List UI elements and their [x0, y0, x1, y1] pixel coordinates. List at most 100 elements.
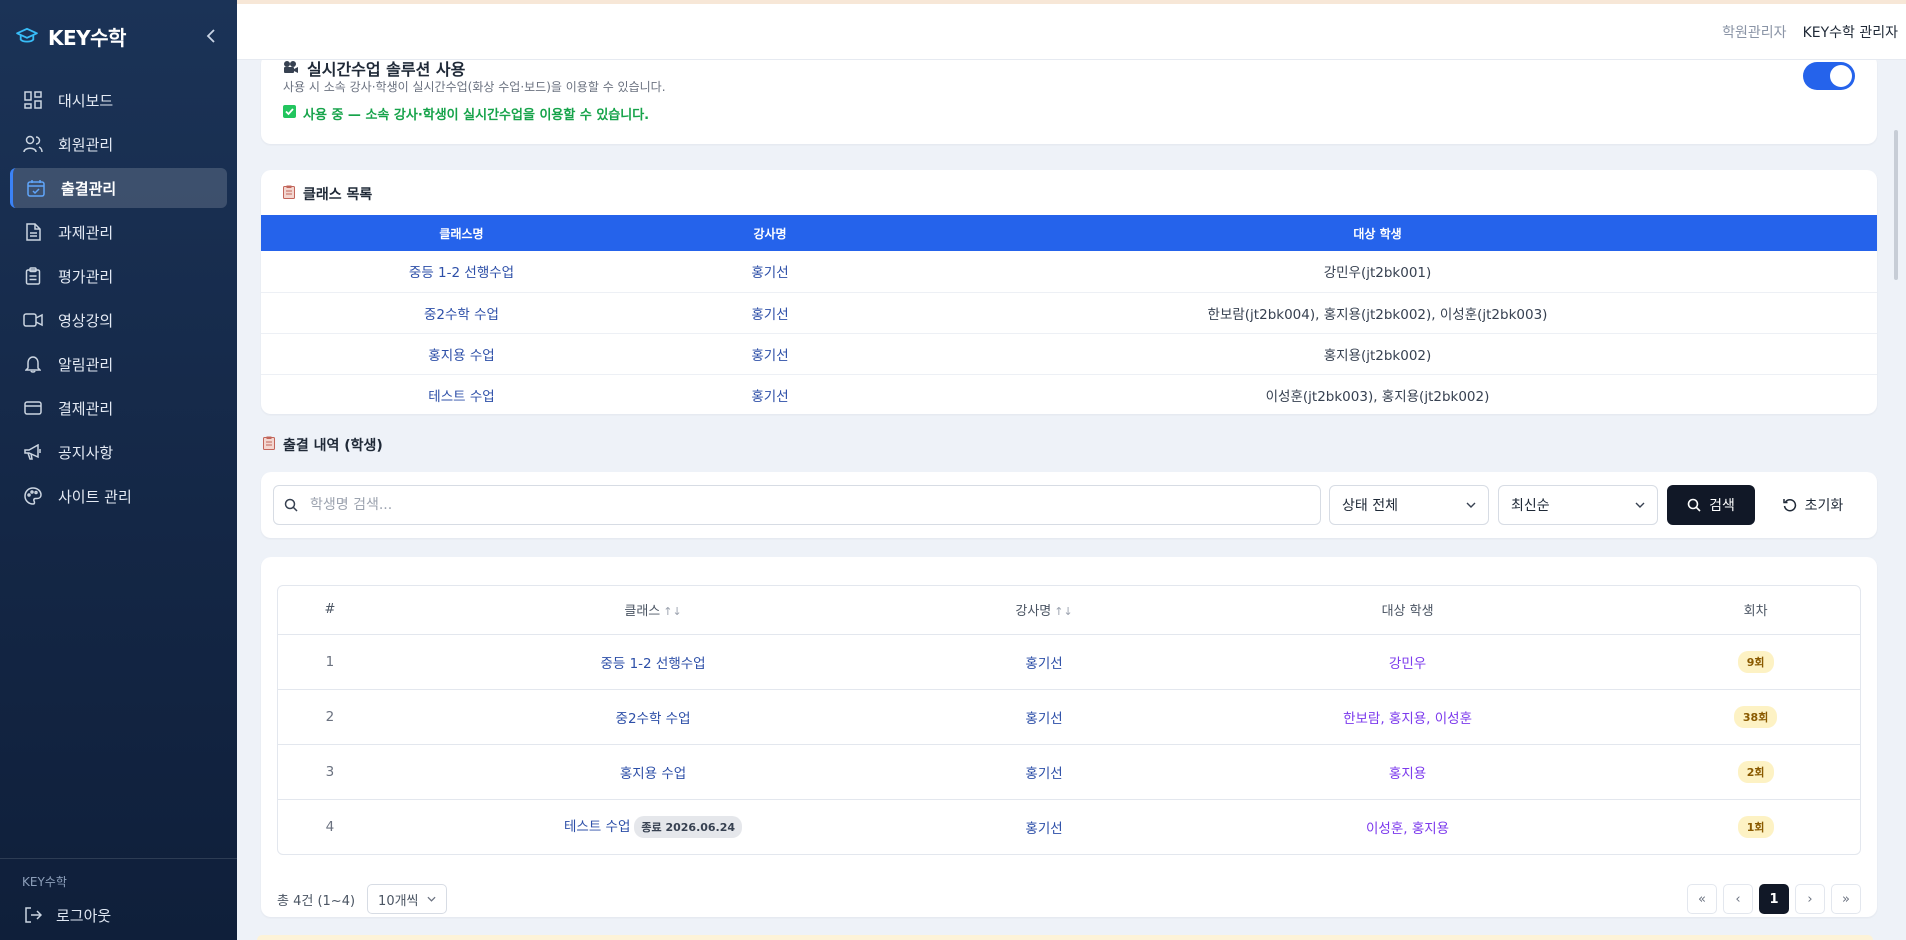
sidebar-nav: 대시보드 회원관리 출결관리 과제관리 평가관리 영상강의 알림관리 결제관리	[0, 80, 237, 516]
class-name: 중2수학 수업	[615, 710, 691, 727]
main-content: 실시간수업 솔루션 사용 사용 시 소속 강사·학생이 실시간수업(화상 수업·…	[237, 60, 1906, 940]
table-row[interactable]: 3 홍지용 수업 홍기선 홍지용 2회	[278, 744, 1860, 800]
student-search-input[interactable]	[310, 497, 1295, 513]
class-name-cell[interactable]: 중등 1-2 선행수업	[261, 251, 662, 293]
user-menu[interactable]: KEY수학 관리자	[1803, 22, 1898, 42]
class-link[interactable]: 중등 1-2 선행수업	[381, 634, 925, 690]
class-list-title-text: 클래스 목록	[303, 187, 373, 203]
sidebar-item-notices[interactable]: 공지사항	[10, 432, 227, 472]
page-button-current[interactable]: 1	[1759, 884, 1789, 914]
class-link[interactable]: 테스트 수업 종료 2026.06.24	[382, 799, 924, 854]
realtime-description: 사용 시 소속 강사·학생이 실시간수업(화상 수업·보드)을 이용할 수 있습…	[283, 80, 666, 94]
status-filter-select[interactable]: 상태 전체	[1329, 485, 1489, 525]
row-number: 1	[278, 634, 382, 690]
page-size-select[interactable]: 10개씩	[367, 884, 447, 914]
session-badge: 38회	[1733, 705, 1778, 728]
sidebar-footer: KEY수학 로그아웃	[0, 858, 237, 940]
sidebar-item-label: 사이트 관리	[58, 487, 132, 506]
sidebar-item-assignments[interactable]: 과제관리	[10, 212, 227, 252]
next-page-button[interactable]: ›	[1795, 884, 1825, 914]
col-session: 회차	[1651, 586, 1860, 635]
bell-icon	[22, 353, 44, 375]
attendance-table: # 클래스 ↑↓ 강사명 ↑↓ 대상 학생 회차 1 중등 1-2 선행수업 홍기선…	[278, 586, 1860, 854]
collapse-sidebar-button[interactable]	[199, 24, 223, 48]
last-page-button[interactable]: »	[1831, 884, 1861, 914]
table-row[interactable]: 테스트 수업 홍기선 이성훈(jt2bk003), 홍지용(jt2bk002)	[261, 374, 1877, 414]
attendance-title: 출결 내역 (학생)	[263, 435, 383, 455]
first-page-button[interactable]: «	[1687, 884, 1717, 914]
realtime-toggle[interactable]	[1803, 62, 1855, 90]
col-teacher-sortable[interactable]: 강사명 ↑↓	[924, 586, 1164, 635]
session-badge: 9회	[1737, 650, 1774, 673]
chevron-down-icon	[1466, 502, 1476, 508]
table-row[interactable]: 1 중등 1-2 선행수업 홍기선 강민우 9회	[278, 634, 1860, 690]
brand: KEY수학	[0, 0, 237, 72]
clipboard-icon	[283, 185, 295, 203]
realtime-status: 사용 중 — 소속 강사·학생이 실시간수업을 이용할 수 있습니다.	[283, 104, 649, 123]
class-link[interactable]: 중2수학 수업	[381, 689, 925, 745]
table-row[interactable]: 2 중2수학 수업 홍기선 한보람, 홍지용, 이성훈 38회	[278, 689, 1860, 745]
sidebar-item-label: 알림관리	[58, 355, 114, 374]
sidebar-item-label: 대시보드	[58, 91, 114, 110]
sidebar-item-dashboard[interactable]: 대시보드	[10, 80, 227, 120]
users-icon	[22, 133, 44, 155]
search-icon	[1687, 498, 1701, 512]
col-class-sortable[interactable]: 클래스 ↑↓	[381, 586, 925, 635]
table-row[interactable]: 홍지용 수업 홍기선 홍지용(jt2bk002)	[261, 333, 1877, 375]
table-row[interactable]: 중2수학 수업 홍기선 한보람(jt2bk004), 홍지용(jt2bk002)…	[261, 292, 1877, 334]
status-filter-value: 상태 전체	[1342, 498, 1398, 514]
sort-select[interactable]: 최신순	[1498, 485, 1658, 525]
class-name-cell[interactable]: 홍지용 수업	[261, 333, 662, 375]
student-search-box[interactable]	[273, 485, 1321, 525]
chevron-down-icon	[426, 896, 436, 902]
sidebar-item-evaluation[interactable]: 평가관리	[10, 256, 227, 296]
sidebar-item-attendance[interactable]: 출결관리	[10, 168, 227, 208]
search-icon	[284, 498, 304, 512]
graduation-cap-icon	[14, 23, 40, 49]
table-row[interactable]: 4 테스트 수업 종료 2026.06.24 홍기선 이성훈, 홍지용 1회	[278, 799, 1860, 854]
brand-title: KEY수학	[48, 25, 126, 50]
class-name: 홍지용 수업	[619, 765, 687, 782]
logout-button[interactable]: 로그아웃	[0, 904, 237, 926]
class-list-card: 클래스 목록 클래스명 강사명 대상 학생 중등 1-2 선행수업 홍기선 강민…	[261, 170, 1877, 414]
teacher-cell: 홍기선	[662, 292, 878, 334]
reset-button[interactable]: 초기화	[1763, 485, 1863, 525]
student-names: 이성훈, 홍지용	[1366, 820, 1450, 837]
student-names: 홍지용	[1163, 744, 1652, 800]
calendar-check-icon	[25, 177, 47, 199]
total-count: 총 4건 (1~4)	[277, 893, 356, 909]
check-box-icon	[283, 105, 296, 122]
prev-page-button[interactable]: ‹	[1723, 884, 1753, 914]
sidebar-item-video[interactable]: 영상강의	[10, 300, 227, 340]
video-icon	[22, 309, 44, 331]
sidebar-item-site-settings[interactable]: 사이트 관리	[10, 476, 227, 516]
page-scrollbar[interactable]	[1884, 60, 1906, 940]
sidebar-item-notifications[interactable]: 알림관리	[10, 344, 227, 384]
chevron-down-icon	[1635, 502, 1645, 508]
table-footer: 총 4건 (1~4) 10개씩 « ‹ 1 › »	[277, 884, 1861, 914]
class-name-cell[interactable]: 테스트 수업	[261, 374, 662, 414]
session-badge: 1회	[1737, 815, 1774, 838]
sidebar: KEY수학 대시보드 회원관리 출결관리 과제관리 평가관리 영상강의 알림관리…	[0, 0, 237, 940]
col-number: #	[278, 586, 382, 635]
class-name: 테스트 수업	[563, 819, 631, 836]
class-link[interactable]: 홍지용 수업	[381, 744, 925, 800]
sidebar-item-label: 과제관리	[58, 223, 114, 242]
page-size-value: 10개씩	[378, 893, 419, 909]
class-name-cell[interactable]: 중2수학 수업	[261, 292, 662, 334]
sidebar-item-label: 출결관리	[61, 179, 117, 198]
table-header-row: # 클래스 ↑↓ 강사명 ↑↓ 대상 학생 회차	[278, 586, 1860, 635]
scrollbar-thumb[interactable]	[1894, 130, 1898, 280]
realtime-solution-card: 실시간수업 솔루션 사용 사용 시 소속 강사·학생이 실시간수업(화상 수업·…	[261, 60, 1877, 144]
student-names: 한보람, 홍지용, 이성훈	[1163, 689, 1652, 745]
sort-value: 최신순	[1511, 498, 1550, 514]
row-number: 2	[278, 689, 382, 745]
sidebar-item-members[interactable]: 회원관리	[10, 124, 227, 164]
search-button[interactable]: 검색	[1667, 485, 1755, 525]
sidebar-item-payments[interactable]: 결제관리	[10, 388, 227, 428]
reset-button-label: 초기화	[1804, 498, 1844, 514]
table-row[interactable]: 중등 1-2 선행수업 홍기선 강민우(jt2bk001)	[261, 251, 1877, 293]
clipboard-icon	[22, 265, 44, 287]
col-teacher: 강사명	[662, 215, 878, 251]
sidebar-item-label: 회원관리	[58, 135, 114, 154]
